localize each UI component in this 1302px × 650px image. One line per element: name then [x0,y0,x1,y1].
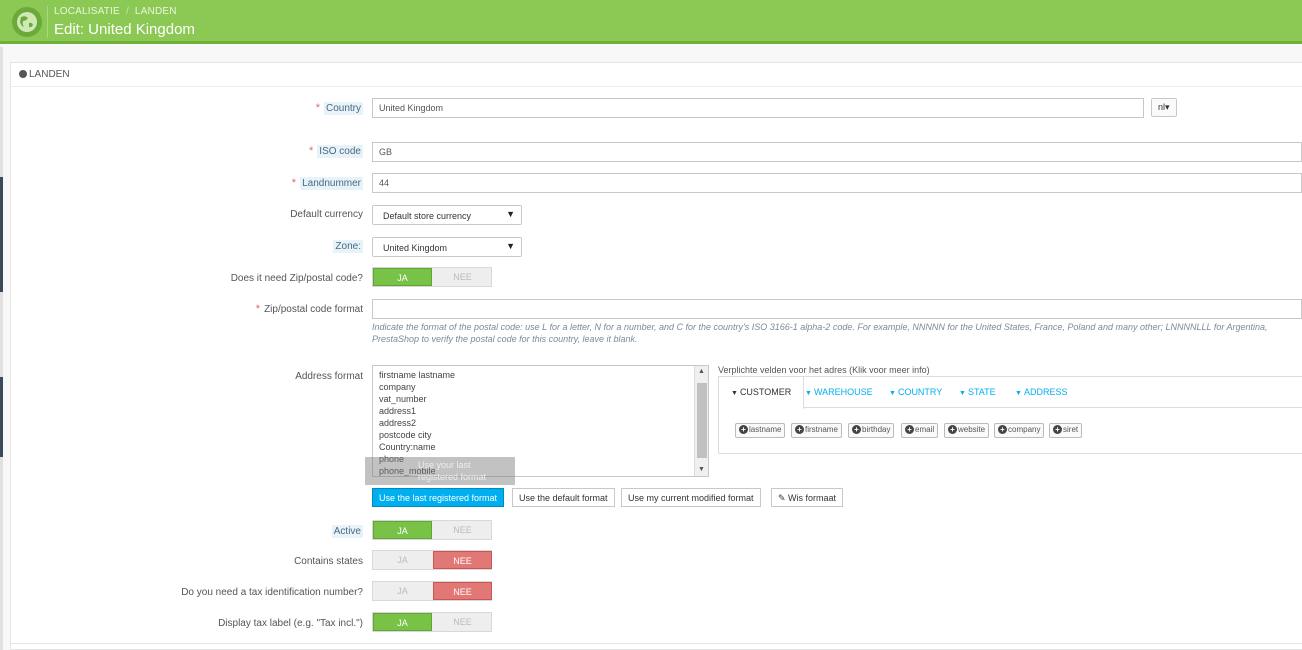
last-format-tooltip: Use your last registered format [365,457,515,485]
switch-no[interactable]: NEE [433,551,492,569]
tax-id-label: Do you need a tax identification number? [181,587,363,598]
clear-format-label: Wis formaat [788,493,837,503]
tax-label-label: Display tax label (e.g. "Tax incl.") [218,618,363,629]
panel-footer-divider [10,643,1302,644]
globe-icon [12,7,42,37]
language-code: nl [1158,102,1166,112]
page-header: LOCALISATIE / LANDEN Edit: United Kingdom [0,0,1302,44]
caret-down-icon: ▼ [959,390,966,397]
scrollbar-thumb[interactable] [697,383,707,458]
required-fields-title: Verplichte velden voor het adres (Klik v… [718,365,930,375]
page-title: Edit: United Kingdom [54,21,195,38]
active-label: Active [331,525,363,538]
tax-id-switch[interactable]: JA NEE [372,581,492,601]
caret-down-icon: ▼ [1015,390,1022,397]
panel-heading: LANDEN [11,63,1302,87]
zone-label: Zone: [333,240,363,253]
field-chip-siret[interactable]: + siret [1049,423,1083,438]
address-format-label: Address format [295,371,363,382]
switch-no[interactable]: NEE [433,521,492,539]
country-input[interactable]: United Kingdom [372,98,1144,118]
plus-icon: + [852,425,861,434]
tab-bar: ▼ CUSTOMER ▼ WAREHOUSE ▼ COUNTRY ▼ STATE ▼ AD… [719,377,1302,409]
tab-country[interactable]: ▼ COUNTRY [877,377,954,409]
switch-yes[interactable]: JA [373,268,432,286]
switch-yes[interactable]: JA [373,582,432,600]
zip-format-help: Indicate the format of the postal code: … [372,322,1268,344]
use-default-format-button[interactable]: Use the default format [512,488,615,507]
country-label: * Country [315,102,363,115]
contains-states-switch[interactable]: JA NEE [372,550,492,570]
caret-down-icon: ▾ [1165,102,1170,112]
plus-icon: + [998,425,1007,434]
scroll-up-icon[interactable]: ▲ [698,368,705,375]
address-fields-tabs: ▼ CUSTOMER ▼ WAREHOUSE ▼ COUNTRY ▼ STATE ▼ AD… [718,376,1302,454]
zip-needed-switch[interactable]: JA NEE [372,267,492,287]
tab-customer[interactable]: ▼ CUSTOMER [719,377,805,409]
field-chip-lastname[interactable]: + lastname [735,423,786,438]
caret-down-icon: ▼ [506,241,515,251]
switch-yes[interactable]: JA [373,613,432,631]
active-switch[interactable]: JA NEE [372,520,492,540]
tax-label-switch[interactable]: JA NEE [372,612,492,632]
switch-yes[interactable]: JA [373,551,432,569]
caret-down-icon: ▼ [731,390,738,397]
use-last-format-button[interactable]: Use the last registered format [372,488,505,507]
tab-address[interactable]: ▼ ADDRESS [1003,377,1079,409]
field-chip-birthday[interactable]: + birthday [848,423,895,438]
tab-warehouse[interactable]: ▼ WAREHOUSE [793,377,885,409]
zip-needed-label: Does it need Zip/postal code? [230,273,363,284]
zone-select[interactable]: United Kingdom ▼ [372,237,522,257]
zip-format-label: * Zip/postal code format [255,303,363,315]
panel-heading-title: LANDEN [29,69,70,80]
language-dropdown[interactable]: nl▾ [1151,98,1177,117]
sidebar-edge [0,47,3,650]
breadcrumb: LOCALISATIE / LANDEN [54,6,177,17]
landnummer-input[interactable]: 44 [372,173,1302,193]
default-currency-value: Default store currency [383,211,472,221]
clear-format-button[interactable]: ✎ Wis formaat [771,488,844,507]
caret-down-icon: ▼ [805,390,812,397]
default-currency-label: Default currency [290,209,363,220]
breadcrumb-separator: / [125,6,129,17]
eraser-icon: ✎ [778,493,789,503]
field-chip-firstname[interactable]: + firstname [791,423,842,438]
header-divider [47,6,48,38]
caret-down-icon: ▼ [506,209,515,219]
scroll-down-icon[interactable]: ▼ [698,466,705,473]
globe-icon [19,70,27,78]
plus-icon: + [795,425,804,434]
field-chip-email[interactable]: + email [901,423,939,438]
plus-icon: + [739,425,748,434]
switch-no[interactable]: NEE [433,613,492,631]
switch-yes[interactable]: JA [373,521,432,539]
zip-format-input[interactable] [372,299,1302,319]
iso-code-input[interactable]: GB [372,142,1302,162]
plus-icon: + [1053,425,1062,434]
breadcrumb-localisatie[interactable]: LOCALISATIE [54,6,120,17]
field-chip-company[interactable]: + company [994,423,1045,438]
iso-code-label: * ISO code [309,145,363,158]
plus-icon: + [948,425,957,434]
tab-state[interactable]: ▼ STATE [947,377,1008,409]
switch-no[interactable]: NEE [433,268,492,286]
switch-no[interactable]: NEE [433,582,492,600]
breadcrumb-landen[interactable]: LANDEN [135,6,177,17]
zone-value: United Kingdom [383,243,448,253]
contains-states-label: Contains states [294,556,363,567]
landnummer-label: * Landnummer [291,177,363,190]
field-chip-website[interactable]: + website [944,423,990,438]
use-current-format-button[interactable]: Use my current modified format [621,488,761,507]
textarea-scrollbar[interactable]: ▲ ▼ [694,366,708,476]
default-currency-select[interactable]: Default store currency ▼ [372,205,522,225]
plus-icon: + [905,425,914,434]
caret-down-icon: ▼ [889,390,896,397]
